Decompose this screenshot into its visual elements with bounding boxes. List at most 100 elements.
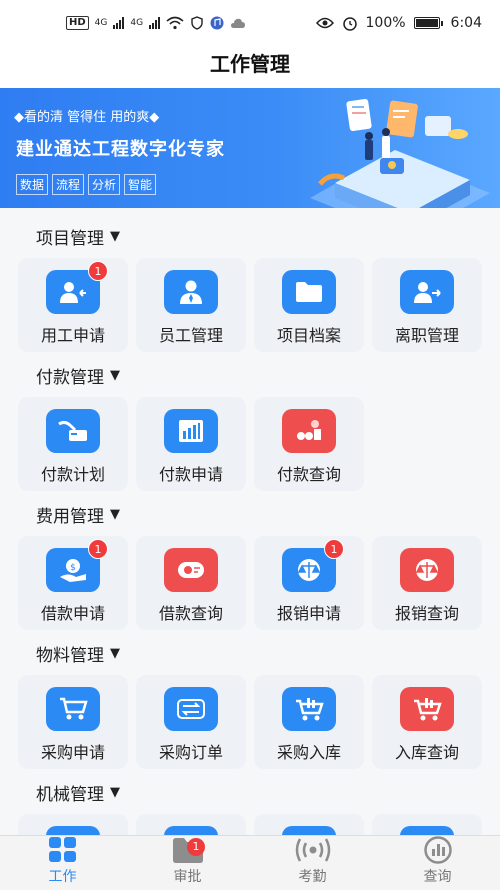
tile-employee[interactable]: 员工管理 xyxy=(136,258,246,352)
tile-label: 借款查询 xyxy=(158,604,223,623)
notification-badge: 1 xyxy=(187,838,205,856)
machinery-icon xyxy=(46,826,100,835)
section-title-machinery[interactable]: 机械管理 ▼ xyxy=(36,780,120,805)
tab-label: 审批 xyxy=(173,869,202,885)
tile-label: 离职管理 xyxy=(394,326,459,345)
status-left: HD 4G 4G xyxy=(66,16,246,30)
chart-icon xyxy=(423,836,452,864)
tile-label: 采购申请 xyxy=(40,743,105,762)
tile-machinery-partial[interactable] xyxy=(372,814,482,835)
signal-icon xyxy=(295,838,330,862)
employee-icon xyxy=(164,270,218,314)
machinery-icon xyxy=(164,826,218,835)
section-title-label: 项目管理 xyxy=(36,229,104,249)
module-list[interactable]: 项目管理 ▼ 1 用工申请 员工管理 项目档案 离职管理 付款管理 ▼ 付款计划… xyxy=(0,208,500,835)
hd-indicator: HD xyxy=(66,16,89,30)
tab-attendance[interactable]: 考勤 xyxy=(250,836,375,890)
banner-chip: 智能 xyxy=(124,174,157,195)
bottom-tab-bar: 工作 1 审批 考勤 查询 xyxy=(0,835,500,890)
cloud-icon xyxy=(231,18,246,28)
grid-icon xyxy=(48,837,76,862)
alarm-icon xyxy=(342,17,357,31)
tile-label: 采购入库 xyxy=(276,743,341,762)
music-app-icon xyxy=(210,16,224,30)
tile-label: 付款申请 xyxy=(158,465,223,484)
caret-down-icon: ▼ xyxy=(110,507,120,522)
section-title-payment[interactable]: 付款管理 ▼ xyxy=(36,363,120,388)
resign-icon xyxy=(400,270,454,314)
tile-inbound-query[interactable]: 入库查询 xyxy=(372,675,482,769)
tile-label: 员工管理 xyxy=(158,326,223,345)
tab-approval[interactable]: 1 审批 xyxy=(125,836,250,890)
tile-payment-plan[interactable]: 付款计划 xyxy=(18,397,128,491)
tile-reimburse-apply[interactable]: 1 报销申请 xyxy=(254,536,364,630)
signal-icon-2: 4G xyxy=(130,18,144,28)
caret-down-icon: ▼ xyxy=(110,229,120,244)
tile-purchase-inbound[interactable]: 采购入库 xyxy=(254,675,364,769)
tile-label: 借款申请 xyxy=(40,604,105,623)
tile-machinery-partial[interactable] xyxy=(254,814,364,835)
banner-chip: 分析 xyxy=(88,174,121,195)
notification-badge: 1 xyxy=(88,539,108,559)
tile-payment-query[interactable]: 付款查询 xyxy=(254,397,364,491)
status-bar: HD 4G 4G 100% 6:04 xyxy=(0,0,500,46)
battery-percent: 100% xyxy=(365,15,406,31)
banner-illustration xyxy=(310,99,490,208)
tile-label: 采购订单 xyxy=(158,743,223,762)
machinery-icon xyxy=(400,826,454,835)
payment-query-icon xyxy=(282,409,336,453)
tile-label: 付款查询 xyxy=(276,465,341,484)
shield-icon xyxy=(191,16,203,30)
battery-icon xyxy=(413,17,443,29)
reimburse-query-icon xyxy=(400,548,454,592)
section-title-label: 费用管理 xyxy=(36,507,104,527)
section-title-label: 机械管理 xyxy=(36,785,104,805)
section-title-expense[interactable]: 费用管理 ▼ xyxy=(36,502,120,527)
payment-plan-icon xyxy=(46,409,100,453)
section-title-label: 物料管理 xyxy=(36,646,104,666)
signal-icon-1: 4G xyxy=(94,18,108,28)
notification-badge: 1 xyxy=(88,261,108,281)
caret-down-icon: ▼ xyxy=(110,646,120,661)
loan-apply-icon: $ 1 xyxy=(46,539,108,592)
user-apply-icon: 1 xyxy=(46,261,108,314)
tile-label: 报销申请 xyxy=(276,604,341,623)
caret-down-icon: ▼ xyxy=(110,785,120,800)
tile-project-archive[interactable]: 项目档案 xyxy=(254,258,364,352)
tile-label: 入库查询 xyxy=(394,743,459,762)
caret-down-icon: ▼ xyxy=(110,368,120,383)
banner-chip: 数据 xyxy=(16,174,49,195)
promo-banner[interactable]: ◆看的清 管得住 用的爽◆ 建业通达工程数字化专家 数据 流程 分析 智能 xyxy=(0,88,500,208)
tile-payment-apply[interactable]: 付款申请 xyxy=(136,397,246,491)
tile-label: 付款计划 xyxy=(40,465,105,484)
tab-query[interactable]: 查询 xyxy=(375,836,500,890)
clock-time: 6:04 xyxy=(450,15,482,31)
tab-label: 工作 xyxy=(48,869,77,885)
section-title-label: 付款管理 xyxy=(36,368,104,388)
tile-purchase-order[interactable]: 采购订单 xyxy=(136,675,246,769)
banner-chip: 流程 xyxy=(52,174,85,195)
tile-purchase-apply[interactable]: 采购申请 xyxy=(18,675,128,769)
banner-tagline: ◆看的清 管得住 用的爽◆ xyxy=(14,110,160,125)
tile-loan-query[interactable]: 借款查询 xyxy=(136,536,246,630)
tile-resign[interactable]: 离职管理 xyxy=(372,258,482,352)
banner-headline: 建业通达工程数字化专家 xyxy=(16,139,225,160)
folder-icon xyxy=(282,270,336,314)
tab-label: 查询 xyxy=(423,869,452,885)
status-right: 100% 6:04 xyxy=(315,15,482,31)
tab-work[interactable]: 工作 xyxy=(0,836,125,890)
reimburse-apply-icon: 1 xyxy=(282,539,344,592)
tile-machinery-partial[interactable] xyxy=(18,814,128,835)
tile-loan-apply[interactable]: $ 1 借款申请 xyxy=(18,536,128,630)
tile-label: 项目档案 xyxy=(276,326,341,345)
order-icon xyxy=(164,687,218,731)
cart-query-icon xyxy=(400,687,454,731)
section-title-material[interactable]: 物料管理 ▼ xyxy=(36,641,120,666)
tile-reimburse-query[interactable]: 报销查询 xyxy=(372,536,482,630)
tile-label: 报销查询 xyxy=(394,604,459,623)
section-title-project[interactable]: 项目管理 ▼ xyxy=(36,224,120,249)
tile-user-apply[interactable]: 1 用工申请 xyxy=(18,258,128,352)
signal-bars-icon xyxy=(113,17,125,29)
tile-machinery-partial[interactable] xyxy=(136,814,246,835)
signal-bars-icon xyxy=(149,17,161,29)
